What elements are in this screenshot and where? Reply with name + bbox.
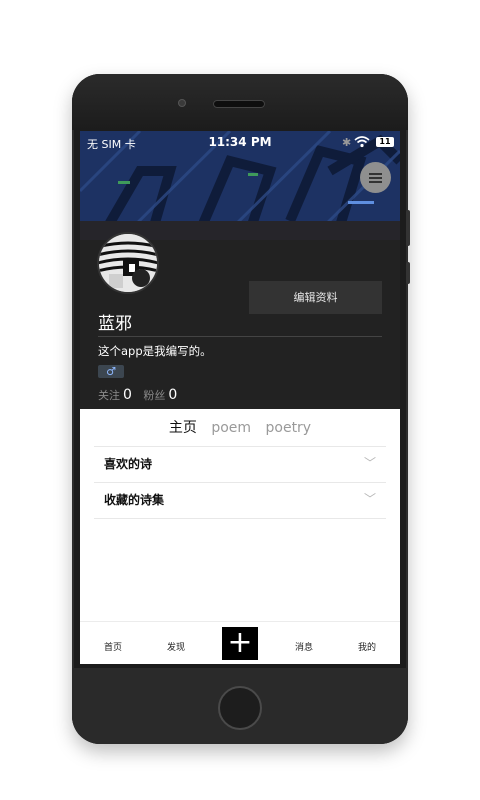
battery-icon: 11 (376, 137, 394, 147)
liked-poems-label: 喜欢的诗 (104, 457, 153, 471)
liked-poems-row[interactable]: 喜欢的诗 ﹀ (94, 446, 386, 483)
following-count[interactable]: 0 (123, 387, 132, 403)
menu-button[interactable] (360, 162, 391, 193)
volume-button (406, 210, 410, 246)
chevron-down-icon: ﹀ (363, 492, 376, 506)
male-icon: ♂ (98, 365, 124, 378)
clock: 11:34 PM (208, 135, 272, 149)
edit-profile-button[interactable]: 编辑资料 (249, 281, 382, 314)
follow-stats: 关注 0 粉丝 0 (98, 387, 185, 403)
tab-home[interactable]: 主页 (169, 420, 197, 436)
add-post-button[interactable]: + (222, 627, 258, 660)
following-label[interactable]: 关注 (98, 389, 120, 402)
followers-count[interactable]: 0 (168, 387, 177, 403)
nav-discover[interactable]: 发现 (167, 640, 185, 653)
bluetooth-icon: ✱ (342, 136, 352, 149)
bottom-nav: 首页 发现 + 消息 我的 (80, 621, 400, 664)
front-camera (179, 100, 185, 106)
menu-icon (369, 173, 382, 175)
power-button (406, 262, 410, 284)
content-tabs: 主页 poem poetry (80, 417, 400, 437)
home-button[interactable] (218, 686, 262, 730)
tab-poetry[interactable]: poetry (266, 420, 312, 436)
tab-poem[interactable]: poem (211, 420, 251, 436)
bio: 这个app是我编写的。 (98, 344, 212, 358)
nav-home[interactable]: 首页 (104, 640, 122, 653)
profile-content: 主页 poem poetry 喜欢的诗 ﹀ 收藏的诗集 ﹀ (80, 409, 400, 621)
avatar-image (99, 234, 157, 292)
chevron-down-icon: ﹀ (363, 456, 376, 470)
followers-label[interactable]: 粉丝 (143, 389, 165, 402)
divider (94, 518, 386, 519)
nav-mine[interactable]: 我的 (358, 640, 376, 653)
username: 蓝邪 (98, 314, 132, 334)
menu-icon-bar (369, 177, 382, 179)
saved-collections-row[interactable]: 收藏的诗集 ﹀ (94, 482, 386, 519)
wifi-icon (354, 136, 370, 151)
status-bar: 无 SIM 卡 11:34 PM ✱ 11 (80, 131, 400, 153)
saved-collections-label: 收藏的诗集 (104, 493, 165, 507)
nav-messages[interactable]: 消息 (295, 640, 313, 653)
divider (98, 336, 382, 337)
menu-icon-bar (369, 181, 382, 183)
avatar[interactable] (97, 232, 159, 294)
app-screen: 无 SIM 卡 11:34 PM ✱ 11 编辑资料 蓝邪 这个app是我编写的… (80, 131, 400, 664)
earpiece-speaker (213, 100, 265, 108)
